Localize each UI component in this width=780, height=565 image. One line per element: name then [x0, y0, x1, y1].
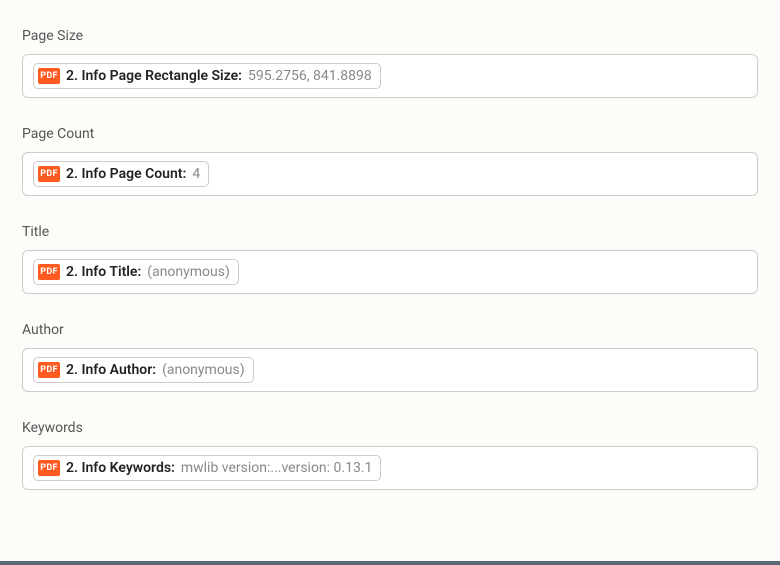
pill-value: (anonymous)	[147, 264, 230, 280]
pdf-icon: PDF	[38, 166, 60, 182]
pdf-icon: PDF	[38, 68, 60, 84]
field-container[interactable]: PDF 2. Info Title: (anonymous)	[22, 250, 758, 294]
pill-label: 2. Info Page Rectangle Size:	[66, 68, 242, 84]
field-heading: Title	[22, 224, 758, 240]
field-container[interactable]: PDF 2. Info Author: (anonymous)	[22, 348, 758, 392]
pill-value: 4	[192, 166, 200, 182]
pill-label: 2. Info Keywords:	[66, 460, 175, 476]
pill-value: 595.2756, 841.8898	[248, 68, 372, 84]
pill-label: 2. Info Author:	[66, 362, 156, 378]
field-page-count: Page Count PDF 2. Info Page Count: 4	[22, 126, 758, 196]
pill-label: 2. Info Page Count:	[66, 166, 186, 182]
bottom-bar	[0, 561, 780, 565]
field-heading: Page Size	[22, 28, 758, 44]
field-keywords: Keywords PDF 2. Info Keywords: mwlib ver…	[22, 420, 758, 490]
metadata-pill[interactable]: PDF 2. Info Author: (anonymous)	[33, 357, 254, 383]
pdf-icon: PDF	[38, 264, 60, 280]
field-heading: Keywords	[22, 420, 758, 436]
field-container[interactable]: PDF 2. Info Keywords: mwlib version:...v…	[22, 446, 758, 490]
field-container[interactable]: PDF 2. Info Page Rectangle Size: 595.275…	[22, 54, 758, 98]
field-author: Author PDF 2. Info Author: (anonymous)	[22, 322, 758, 392]
metadata-pill[interactable]: PDF 2. Info Keywords: mwlib version:...v…	[33, 455, 381, 481]
metadata-pill[interactable]: PDF 2. Info Page Count: 4	[33, 161, 209, 187]
field-heading: Author	[22, 322, 758, 338]
pill-value: mwlib version:...version: 0.13.1	[181, 460, 373, 476]
field-page-size: Page Size PDF 2. Info Page Rectangle Siz…	[22, 28, 758, 98]
metadata-pill[interactable]: PDF 2. Info Title: (anonymous)	[33, 259, 239, 285]
pdf-icon: PDF	[38, 362, 60, 378]
pill-label: 2. Info Title:	[66, 264, 141, 280]
pdf-icon: PDF	[38, 460, 60, 476]
field-heading: Page Count	[22, 126, 758, 142]
pill-value: (anonymous)	[162, 362, 245, 378]
field-container[interactable]: PDF 2. Info Page Count: 4	[22, 152, 758, 196]
field-title: Title PDF 2. Info Title: (anonymous)	[22, 224, 758, 294]
metadata-pill[interactable]: PDF 2. Info Page Rectangle Size: 595.275…	[33, 63, 381, 89]
